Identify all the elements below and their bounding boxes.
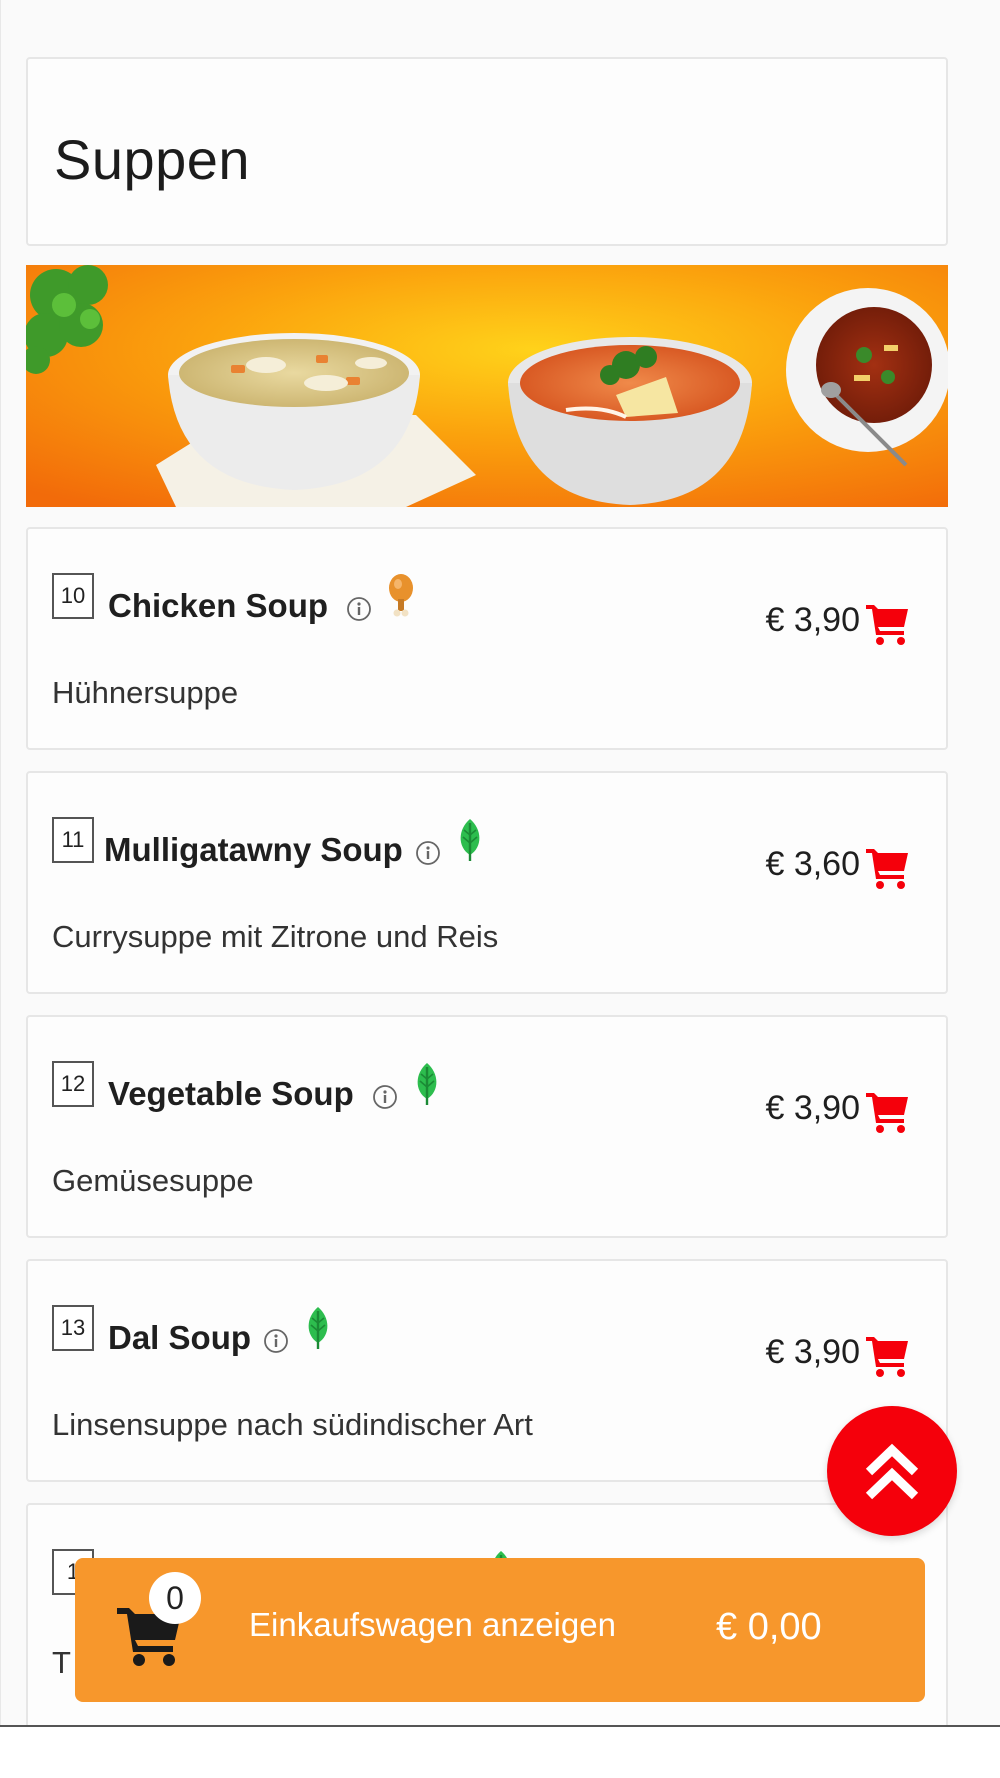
add-to-cart-icon[interactable] (864, 1087, 912, 1135)
item-name: Dal Soup (108, 1319, 252, 1356)
add-to-cart-icon[interactable] (864, 1331, 912, 1379)
bottom-area (0, 1727, 1000, 1778)
vegetarian-leaf-icon (308, 1307, 328, 1349)
item-price: € 3,60 (765, 845, 860, 883)
item-description: T (52, 1645, 71, 1680)
cart-count-badge: 0 (149, 1572, 201, 1624)
menu-item-12[interactable]: 12 Vegetable Soup Gemüsesuppe € 3,90 (26, 1015, 948, 1238)
info-icon[interactable] (346, 596, 372, 622)
section-title: Suppen (54, 128, 251, 191)
menu-page: Suppen 10 Chicken Soup Hühnersuppe € 3,9… (0, 0, 1000, 1725)
view-cart-label: Einkaufswagen anzeigen (249, 1606, 616, 1643)
item-title-row: Dal Soup (108, 1305, 333, 1371)
cart-total: € 0,00 (716, 1606, 822, 1648)
menu-item-13[interactable]: 13 Dal Soup Linsensuppe nach südindische… (26, 1259, 948, 1482)
item-description: Gemüsesuppe (52, 1163, 254, 1198)
vegetarian-leaf-icon (460, 819, 480, 861)
item-description: Linsensuppe nach südindischer Art (52, 1407, 533, 1442)
item-name: Mulligatawny Soup (104, 831, 403, 868)
add-to-cart-icon[interactable] (864, 843, 912, 891)
item-number: 11 (52, 817, 94, 863)
info-icon[interactable] (263, 1328, 289, 1354)
item-price: € 3,90 (765, 1333, 860, 1371)
double-chevron-up-icon (865, 1443, 919, 1500)
item-price: € 3,90 (765, 601, 860, 639)
soup-banner-image (26, 265, 948, 507)
menu-item-11[interactable]: 11 Mulligatawny Soup Currysuppe mit Zitr… (26, 771, 948, 994)
item-title-row: Chicken Soup (108, 573, 416, 639)
vegetarian-leaf-icon (417, 1063, 437, 1105)
menu-item-10[interactable]: 10 Chicken Soup Hühnersuppe € 3,90 (26, 527, 948, 750)
item-name: Chicken Soup (108, 587, 329, 624)
view-cart-button[interactable]: 0 Einkaufswagen anzeigen € 0,00 (75, 1558, 925, 1702)
scroll-to-top-button[interactable] (827, 1406, 957, 1536)
item-price: € 3,90 (765, 1089, 860, 1127)
info-icon[interactable] (372, 1084, 398, 1110)
item-title-row: Mulligatawny Soup (104, 817, 485, 883)
info-icon[interactable] (415, 840, 441, 866)
item-description: Hühnersuppe (52, 675, 239, 710)
section-header-card: Suppen (26, 57, 948, 246)
add-to-cart-icon[interactable] (864, 599, 912, 647)
chicken-leg-icon (389, 574, 414, 617)
item-title-row: Vegetable Soup (108, 1061, 442, 1127)
item-name: Vegetable Soup (108, 1075, 354, 1112)
item-description: Currysuppe mit Zitrone und Reis (52, 919, 499, 954)
item-number: 13 (52, 1305, 94, 1351)
item-number: 10 (52, 573, 94, 619)
item-number: 12 (52, 1061, 94, 1107)
page-left-edge (0, 0, 1, 1725)
